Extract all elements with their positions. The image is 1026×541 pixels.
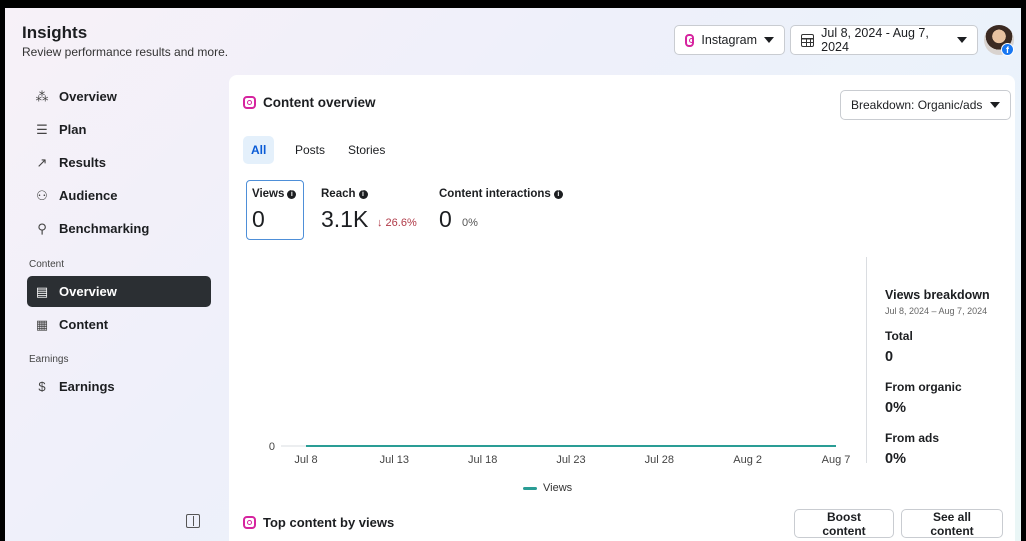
metric-label-text: Content interactions — [439, 188, 551, 200]
organic-label: From organic — [885, 380, 962, 394]
x-tick-label: Aug 7 — [822, 454, 851, 466]
platform-dropdown[interactable]: Instagram — [674, 25, 785, 55]
sidebar-item-label: Content — [59, 317, 109, 332]
sidebar-item-audience[interactable]: ⚇ Audience — [27, 180, 211, 211]
top-content-title-text: Top content by views — [263, 515, 395, 530]
metric-label-text: Views — [252, 188, 285, 200]
sidebar-item-plan[interactable]: ☰ Plan — [27, 114, 211, 145]
sidebar-item-label: Benchmarking — [59, 221, 150, 236]
total-value: 0 — [885, 349, 894, 365]
metric-interactions-label: Content interactions i — [439, 188, 563, 200]
sidebar-item-overview[interactable]: ⁂ Overview — [27, 81, 211, 112]
facebook-badge-icon: f — [1001, 43, 1014, 56]
sidebar-item-content-overview[interactable]: ▤ Overview — [27, 276, 211, 307]
x-tick-label: Jul 28 — [645, 454, 674, 466]
views-breakdown-title: Views breakdown — [885, 288, 990, 302]
metric-reach-label: Reach i — [321, 188, 368, 200]
info-icon[interactable]: i — [553, 189, 563, 199]
trend-icon: ↗ — [36, 154, 48, 170]
overview-icon: ▤ — [35, 283, 49, 299]
x-tick-label: Aug 2 — [733, 454, 762, 466]
card-title: Content overview — [243, 95, 376, 110]
sidebar-item-results[interactable]: ↗ Results — [27, 147, 211, 178]
sidebar-item-label: Overview — [59, 284, 117, 299]
page-title: Insights — [22, 23, 88, 42]
table-icon: ▦ — [35, 316, 49, 332]
calendar-icon — [801, 33, 815, 47]
legend-swatch-views — [523, 486, 537, 490]
metric-label-text: Reach — [321, 188, 356, 200]
metric-views-value: 0 — [252, 206, 265, 232]
x-tick-label: Jul 18 — [468, 454, 497, 466]
views-line-chart: 0 Jul 8 Jul 13 Jul 18 Jul 23 Jul 28 Aug 2 Aug 7 — [269, 441, 851, 466]
top-content-title: Top content by views — [243, 515, 394, 530]
ads-label: From ads — [885, 431, 940, 445]
caret-down-icon — [990, 102, 1001, 108]
network-icon: ⁂ — [35, 88, 49, 104]
sidebar-item-earnings[interactable]: $ Earnings — [27, 371, 211, 402]
tab-stories[interactable]: Stories — [340, 136, 393, 164]
insights-page: Insights Review performance results and … — [5, 8, 1021, 541]
instagram-icon — [685, 33, 695, 47]
sidebar-section-earnings: Earnings — [29, 354, 69, 365]
instagram-icon — [243, 96, 256, 109]
x-tick-label: Jul 13 — [380, 454, 409, 466]
card-title-text: Content overview — [263, 95, 376, 110]
views-breakdown-date: Jul 8, 2024 – Aug 7, 2024 — [885, 306, 988, 316]
metric-interactions-delta: 0% — [462, 217, 478, 229]
tab-posts[interactable]: Posts — [287, 136, 333, 164]
y-tick-label: 0 — [269, 441, 275, 453]
x-tick-label: Jul 8 — [294, 454, 317, 466]
instagram-icon — [243, 516, 256, 529]
info-icon[interactable]: i — [358, 189, 368, 199]
ads-value: 0% — [885, 451, 906, 467]
metric-reach-value: 3.1K — [321, 206, 369, 232]
sidebar-item-content[interactable]: ▦ Content — [27, 309, 211, 340]
page-subtitle: Review performance results and more. — [22, 45, 229, 59]
sidebar-item-label: Audience — [59, 188, 118, 203]
boost-content-button[interactable]: Boost content — [794, 509, 894, 538]
info-icon[interactable]: i — [287, 189, 297, 199]
content-overview-card: Content overview Breakdown: Organic/ads … — [229, 75, 1015, 541]
date-range-picker[interactable]: Jul 8, 2024 - Aug 7, 2024 — [790, 25, 978, 55]
x-tick-label: Jul 23 — [556, 454, 585, 466]
sidebar-item-label: Results — [59, 155, 106, 170]
sidebar-item-label: Earnings — [59, 379, 115, 394]
sidebar-item-label: Plan — [59, 122, 87, 137]
caret-down-icon — [957, 37, 967, 43]
sidebar-section-content: Content — [29, 259, 65, 270]
legend-label-views: Views — [543, 482, 573, 494]
list-icon: ☰ — [36, 121, 48, 137]
organic-value: 0% — [885, 400, 906, 416]
sidebar-item-benchmarking[interactable]: ⚲ Benchmarking — [27, 213, 211, 244]
total-label: Total — [885, 329, 913, 343]
dollar-icon: $ — [38, 379, 46, 394]
breakdown-label: Breakdown: Organic/ads — [851, 98, 983, 112]
tab-all[interactable]: All — [243, 136, 275, 164]
panel-divider — [866, 257, 867, 463]
see-all-content-button[interactable]: See all content — [901, 509, 1003, 538]
people-icon: ⚇ — [36, 187, 48, 203]
metric-interactions-value: 0 — [439, 206, 452, 232]
metric-views-label: Views i — [252, 188, 297, 200]
caret-down-icon — [764, 37, 774, 43]
chart-legend: Views — [523, 482, 572, 494]
collapse-sidebar-icon[interactable] — [186, 514, 200, 528]
platform-label: Instagram — [701, 33, 757, 47]
breakdown-dropdown[interactable]: Breakdown: Organic/ads — [840, 90, 1012, 120]
sidebar-item-label: Overview — [59, 89, 117, 104]
metric-reach-delta: ↓ 26.6% — [377, 217, 417, 229]
date-range-label: Jul 8, 2024 - Aug 7, 2024 — [821, 26, 929, 54]
compare-icon: ⚲ — [37, 220, 47, 236]
